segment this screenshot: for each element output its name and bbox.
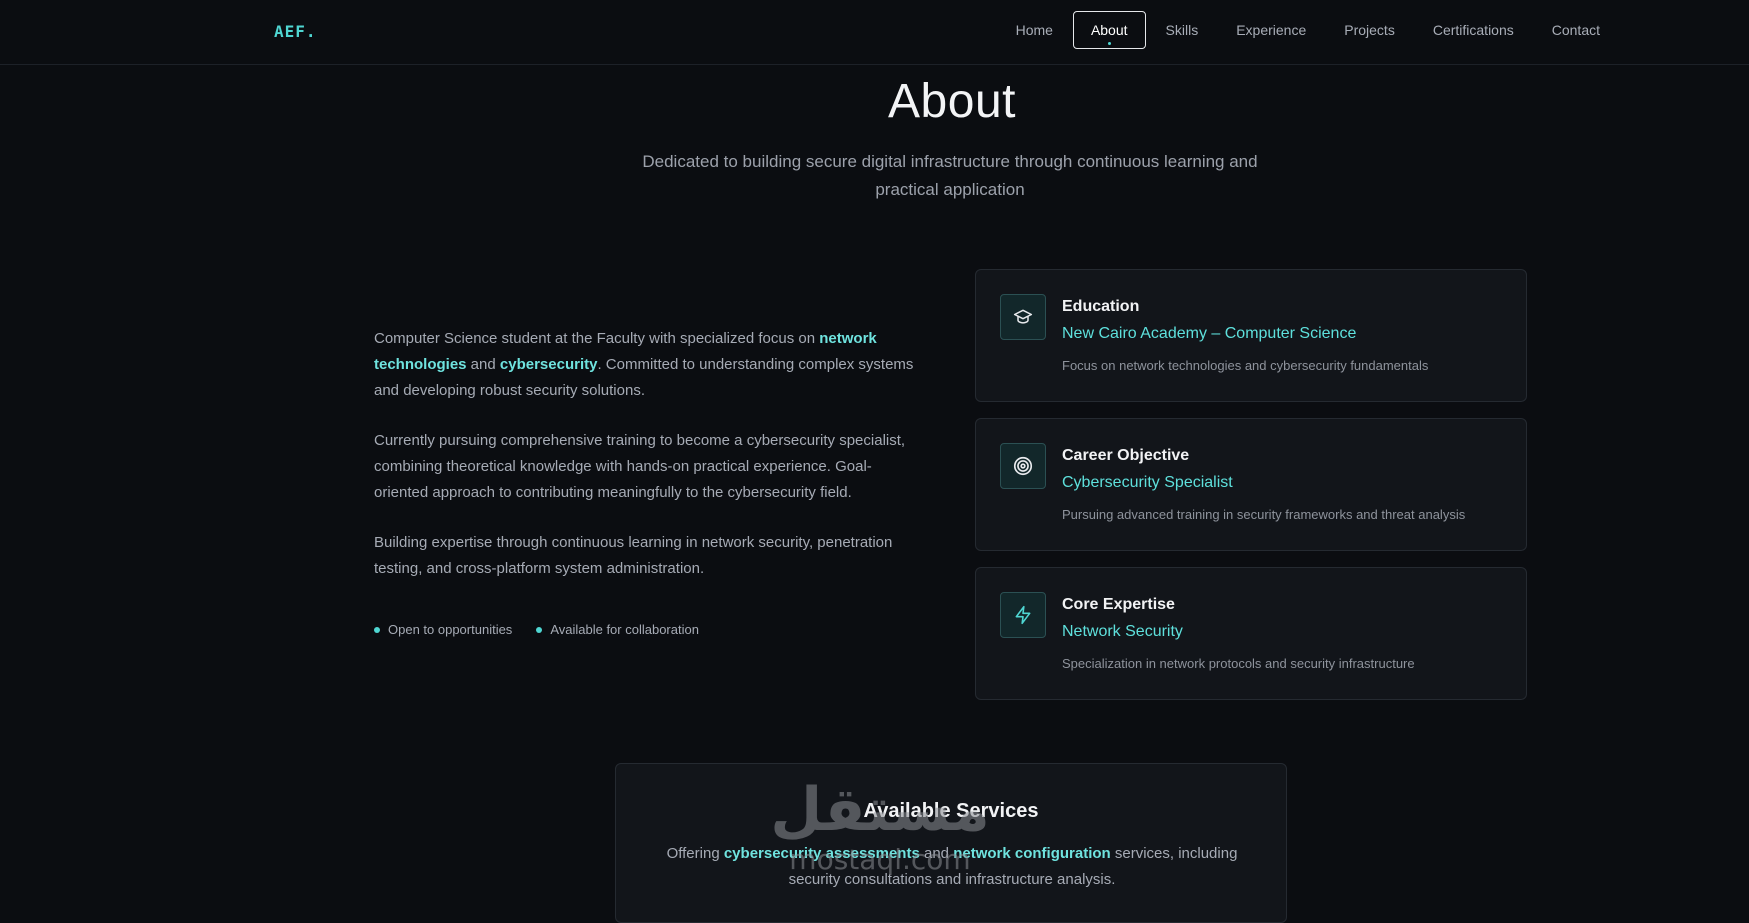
status-open-opportunities: Open to opportunities bbox=[374, 622, 512, 637]
services-description: Offering cybersecurity assessments and n… bbox=[656, 841, 1248, 893]
page-title: About bbox=[888, 75, 1016, 128]
about-paragraph-1: Computer Science student at the Faculty … bbox=[374, 326, 924, 404]
site-logo[interactable]: AEF. bbox=[274, 22, 317, 41]
core-expertise-card: Core Expertise Network Security Speciali… bbox=[975, 567, 1527, 700]
highlight-network-configuration: network configuration bbox=[953, 845, 1111, 862]
hero-title-wrapper: About bbox=[0, 74, 1749, 129]
page-subtitle: Dedicated to building secure digital inf… bbox=[642, 152, 1258, 199]
active-indicator-dot bbox=[1107, 42, 1111, 45]
highlight-cybersecurity-assessments: cybersecurity assessments bbox=[723, 845, 920, 862]
about-p1-text-b: and bbox=[466, 356, 500, 373]
card-subtitle: New Cairo Academy – Computer Science bbox=[1062, 325, 1357, 342]
about-paragraph-2: Currently pursuing comprehensive trainin… bbox=[374, 432, 906, 501]
status-label: Open to opportunities bbox=[388, 622, 513, 637]
card-description: Focus on network technologies and cybers… bbox=[1062, 358, 1429, 373]
nav-link-projects[interactable]: Projects bbox=[1326, 11, 1413, 49]
card-description: Pursuing advanced training in security f… bbox=[1062, 507, 1466, 522]
highlight-cybersecurity: cybersecurity bbox=[499, 356, 598, 373]
graduation-cap-icon bbox=[1000, 294, 1046, 340]
nav-link-home[interactable]: Home bbox=[998, 11, 1071, 49]
nav-link-skills[interactable]: Skills bbox=[1148, 11, 1217, 49]
available-services-section: Available Services Offering cybersecurit… bbox=[615, 763, 1287, 923]
card-title: Career Objective bbox=[1062, 447, 1190, 464]
top-navigation: AEF. Home About Skills Experience Projec… bbox=[0, 0, 1749, 65]
card-subtitle: Cybersecurity Specialist bbox=[1062, 474, 1233, 491]
nav-link-about-label: About bbox=[1090, 22, 1128, 38]
career-objective-card: Career Objective Cybersecurity Specialis… bbox=[975, 418, 1527, 551]
card-subtitle: Network Security bbox=[1062, 623, 1183, 640]
nav-link-certifications[interactable]: Certifications bbox=[1415, 11, 1532, 49]
services-text-a: Offering bbox=[666, 845, 724, 862]
about-p1-text-a: Computer Science student at the Faculty … bbox=[374, 330, 820, 347]
education-card: Education New Cairo Academy – Computer S… bbox=[975, 269, 1527, 402]
card-description: Specialization in network protocols and … bbox=[1062, 656, 1415, 671]
status-label: Available for collaboration bbox=[550, 622, 699, 637]
target-icon bbox=[1000, 443, 1046, 489]
about-description: Computer Science student at the Faculty … bbox=[374, 326, 924, 606]
nav-link-about[interactable]: About bbox=[1072, 11, 1146, 49]
card-title: Core Expertise bbox=[1062, 596, 1175, 613]
status-dot-icon bbox=[536, 626, 543, 633]
nav-links: Home About Skills Experience Projects Ce… bbox=[997, 11, 1619, 49]
status-row: Open to opportunities Available for coll… bbox=[374, 622, 699, 637]
lightning-icon bbox=[1000, 592, 1046, 638]
status-dot-icon bbox=[374, 626, 380, 633]
nav-link-experience[interactable]: Experience bbox=[1218, 11, 1324, 49]
services-text-b: and bbox=[919, 845, 954, 862]
about-paragraph-3: Building expertise through continuous le… bbox=[374, 534, 893, 577]
services-title: Available Services bbox=[863, 800, 1039, 822]
status-available-collaboration: Available for collaboration bbox=[536, 622, 699, 637]
card-title: Education bbox=[1062, 298, 1140, 315]
nav-link-contact[interactable]: Contact bbox=[1534, 11, 1618, 49]
